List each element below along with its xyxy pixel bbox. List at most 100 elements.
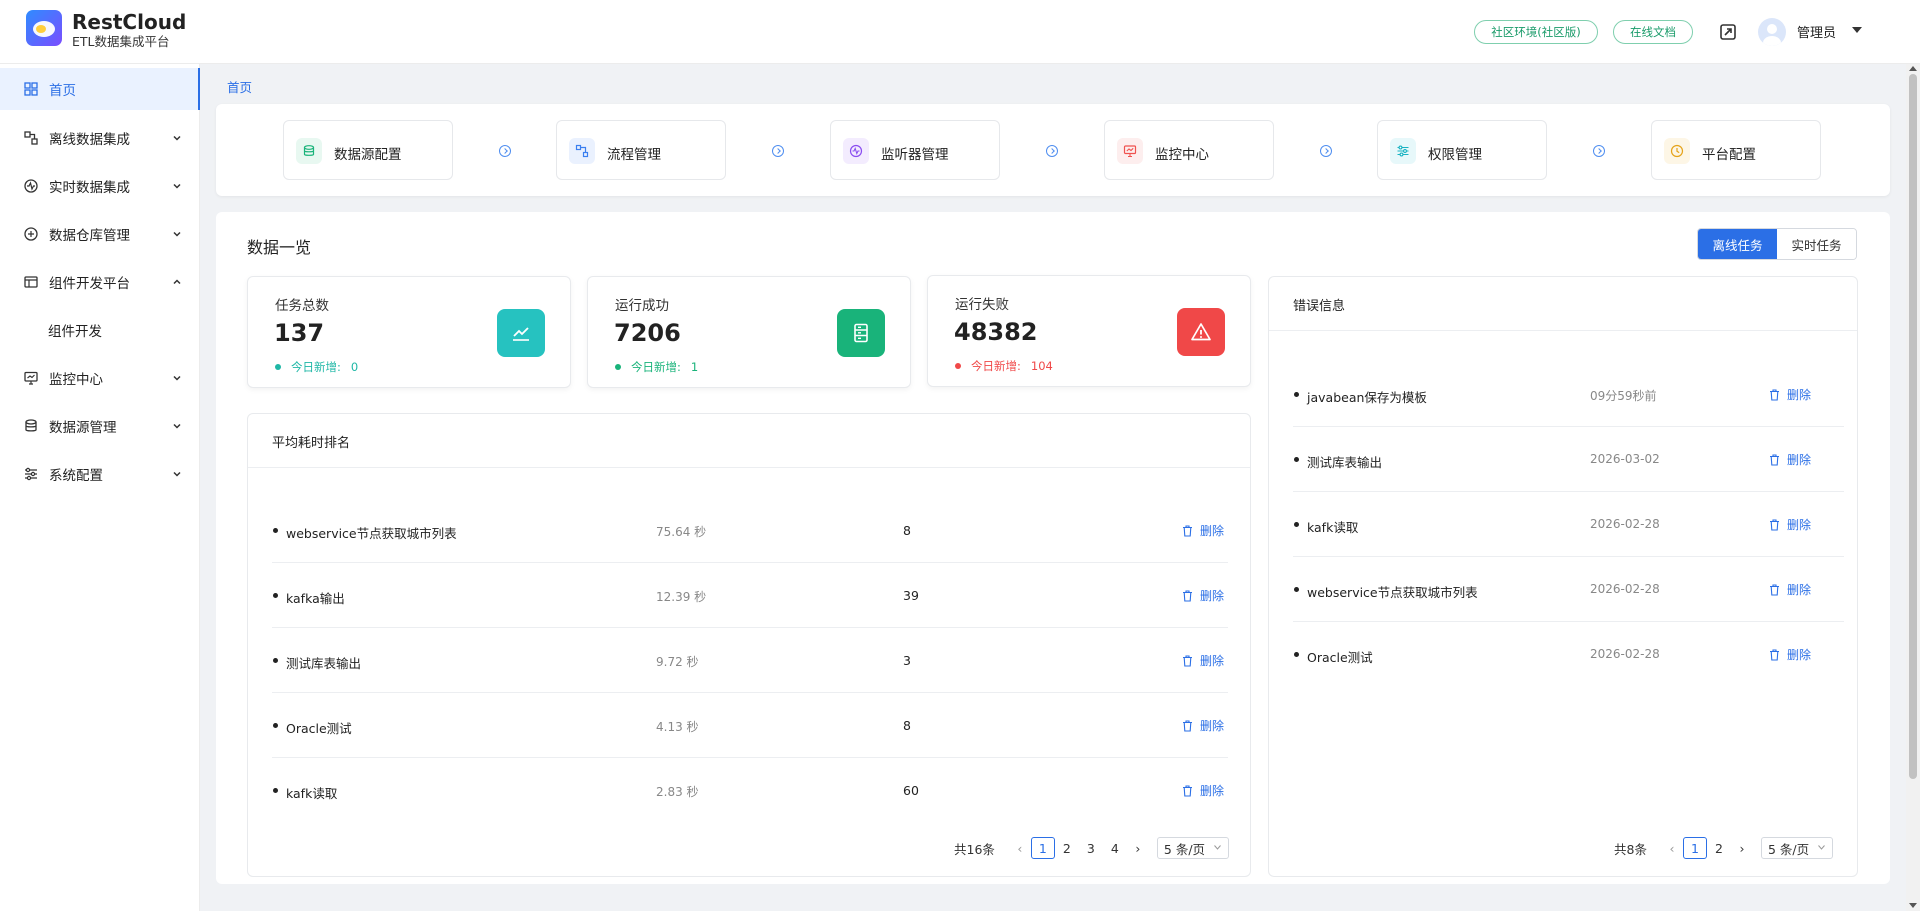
offline-icon [24, 131, 38, 145]
settings-icon [25, 467, 37, 481]
online-docs-button[interactable]: 在线文档 [1613, 20, 1693, 44]
sidebar-item-component-dev[interactable]: 组件开发 [0, 309, 200, 351]
chevron-down-icon [1818, 845, 1825, 850]
tab-realtime-tasks[interactable]: 实时任务 [1777, 229, 1856, 259]
avg-time: 2.83 秒 [656, 785, 699, 799]
sidebar-item-system-config[interactable]: 系统配置 [0, 453, 200, 495]
community-env-button[interactable]: 社区环境(社区版) [1474, 20, 1598, 44]
flow-icon [569, 138, 595, 164]
sidebar-item-label: 首页 [49, 83, 76, 99]
grid-icon [24, 82, 38, 96]
scroll-down-arrow[interactable] [1909, 903, 1917, 908]
bullet [1294, 522, 1299, 527]
stat-label: 任务总数 [275, 298, 329, 314]
component-icon [24, 276, 38, 288]
sidebar-item-datasource[interactable]: 数据源管理 [0, 405, 200, 447]
trash-icon [1183, 784, 1192, 797]
error-info-card: 错误信息 javabean保存为模板 09分59秒前 删除 测试库表输出 202… [1268, 276, 1858, 877]
trash-icon [1770, 648, 1779, 661]
sidebar-item-label: 实时数据集成 [49, 180, 130, 196]
delete-label: 删除 [1200, 589, 1225, 603]
tab-offline-tasks[interactable]: 离线任务 [1698, 229, 1777, 259]
stat-card-total-tasks[interactable]: 任务总数 137 今日新增: 0 [247, 276, 571, 388]
page-scrollbar[interactable] [1906, 64, 1920, 911]
quick-nav-listener-management[interactable]: 监听器管理 [830, 120, 1000, 180]
page-2-button[interactable]: 2 [1707, 837, 1731, 859]
trash-icon [1770, 583, 1779, 596]
delete-button[interactable]: 删除 [1182, 782, 1224, 799]
quick-nav-monitor-center[interactable]: 监控中心 [1104, 120, 1274, 180]
delete-button[interactable]: 删除 [1769, 516, 1811, 533]
quick-nav-permission-management[interactable]: 权限管理 [1377, 120, 1547, 180]
error-pagination: 共8条 ‹ 1 2 › 5 条/页 [1614, 837, 1833, 859]
page-size-select[interactable]: 5 条/页 [1760, 837, 1833, 859]
bullet [1294, 652, 1299, 657]
quick-nav-flow-management[interactable]: 流程管理 [556, 120, 726, 180]
stat-value: 7206 [614, 319, 681, 347]
quick-nav-datasource-config[interactable]: 数据源配置 [283, 120, 453, 180]
prev-page-button[interactable]: ‹ [1661, 837, 1683, 859]
stat-today-value: 104 [1030, 359, 1053, 373]
delete-button[interactable]: 删除 [1182, 652, 1224, 669]
page-4-button[interactable]: 4 [1103, 837, 1127, 859]
page-3-button[interactable]: 3 [1079, 837, 1103, 859]
delete-button[interactable]: 删除 [1182, 717, 1224, 734]
prev-page-button[interactable]: ‹ [1009, 837, 1031, 859]
error-time: 2026-02-28 [1590, 517, 1660, 531]
chevron-down-icon [1214, 845, 1221, 850]
status-dot [955, 363, 961, 369]
sidebar-item-offline-integration[interactable]: 离线数据集成 [0, 117, 200, 159]
page-size-select[interactable]: 5 条/页 [1156, 837, 1229, 859]
next-page-button[interactable]: › [1731, 837, 1753, 859]
delete-button[interactable]: 删除 [1182, 587, 1224, 604]
realtime-icon [24, 179, 38, 193]
trash-icon [1183, 719, 1192, 732]
delete-button[interactable]: 删除 [1182, 522, 1224, 539]
overview-panel: 数据一览 离线任务 实时任务 任务总数 137 今日新增: 0 运行成功 720… [216, 212, 1890, 884]
error-time: 09分59秒前 [1590, 389, 1657, 403]
run-count: 3 [903, 653, 911, 668]
bullet [273, 658, 278, 663]
pagination-total: 共16条 [954, 841, 995, 857]
sidebar-item-component-platform[interactable]: 组件开发平台 [0, 261, 200, 303]
delete-button[interactable]: 删除 [1769, 581, 1811, 598]
cloud-icon [33, 21, 55, 37]
scrollbar-thumb[interactable] [1909, 74, 1917, 779]
delete-button[interactable]: 删除 [1769, 451, 1811, 468]
avatar[interactable] [1758, 18, 1786, 46]
sidebar-item-warehouse[interactable]: 数据仓库管理 [0, 213, 200, 255]
quick-nav-platform-config[interactable]: 平台配置 [1651, 120, 1821, 180]
task-name: webservice节点获取城市列表 [286, 526, 457, 541]
restcloud-logo[interactable] [26, 10, 62, 46]
trend-icon [497, 309, 545, 357]
sidebar-item-monitor[interactable]: 监控中心 [0, 357, 200, 399]
user-name[interactable]: 管理员 [1797, 22, 1836, 41]
scroll-up-arrow[interactable] [1909, 66, 1917, 71]
clock-icon [1664, 138, 1690, 164]
task-name: Oracle测试 [286, 721, 352, 736]
status-dot [275, 364, 281, 370]
next-page-button[interactable]: › [1127, 837, 1149, 859]
page-1-button[interactable]: 1 [1030, 837, 1055, 859]
stat-card-run-success[interactable]: 运行成功 7206 今日新增: 1 [587, 276, 911, 388]
sidebar-item-home[interactable]: 首页 [0, 68, 200, 110]
delete-button[interactable]: 删除 [1769, 386, 1811, 403]
page-2-button[interactable]: 2 [1055, 837, 1079, 859]
avg-time: 4.13 秒 [656, 720, 699, 734]
avg-time: 9.72 秒 [656, 655, 699, 669]
error-task-name: Oracle测试 [1307, 650, 1373, 665]
caret-down-icon[interactable] [1852, 26, 1862, 34]
stat-today-new: 今日新增: 104 [955, 358, 1053, 374]
delete-label: 删除 [1787, 518, 1812, 532]
chevron-down-icon [173, 135, 181, 141]
list-item: webservice节点获取城市列表 2026-02-28 删除 [1293, 557, 1844, 622]
stat-today-label: 今日新增: [291, 360, 341, 374]
delete-label: 删除 [1787, 453, 1812, 467]
breadcrumb[interactable]: 首页 [227, 77, 252, 96]
database-icon [25, 419, 37, 432]
share-icon[interactable] [1718, 22, 1738, 42]
stat-card-run-failed[interactable]: 运行失败 48382 今日新增: 104 [927, 275, 1251, 387]
page-1-button[interactable]: 1 [1682, 837, 1707, 859]
sidebar-item-realtime-integration[interactable]: 实时数据集成 [0, 165, 200, 207]
delete-button[interactable]: 删除 [1769, 646, 1811, 663]
